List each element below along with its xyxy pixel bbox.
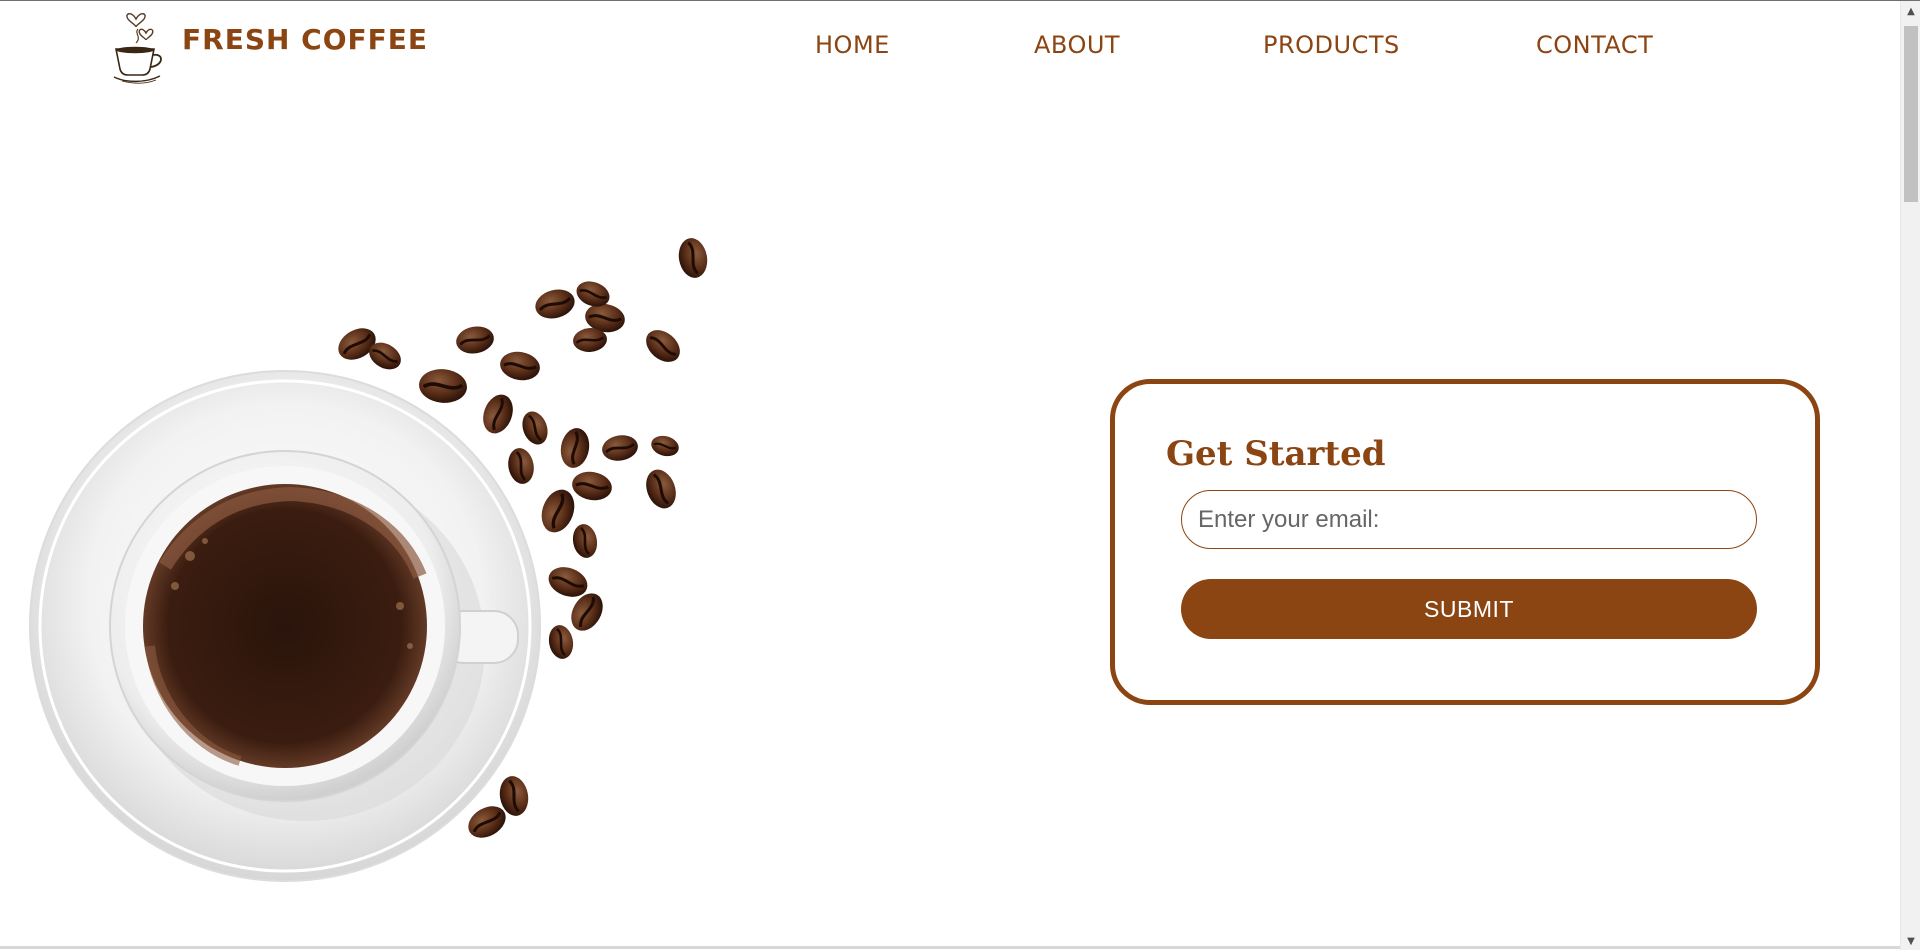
nav-products[interactable]: PRODUCTS bbox=[1263, 31, 1400, 59]
hero-coffee-image bbox=[0, 226, 720, 886]
chevron-down-icon[interactable]: ▼ bbox=[1901, 932, 1920, 950]
nav-home[interactable]: HOME bbox=[815, 31, 890, 59]
vertical-scrollbar[interactable]: ▲ ▼ bbox=[1900, 1, 1920, 950]
card-title: Get Started bbox=[1166, 434, 1386, 474]
chevron-up-icon[interactable]: ▲ bbox=[1901, 2, 1920, 20]
main-nav: HOME ABOUT PRODUCTS CONTACT bbox=[0, 31, 1900, 71]
submit-button[interactable]: SUBMIT bbox=[1181, 579, 1757, 639]
signup-card: Get Started SUBMIT bbox=[1110, 379, 1820, 705]
scrollbar-thumb[interactable] bbox=[1904, 26, 1918, 202]
page: FRESH COFFEE HOME ABOUT PRODUCTS CONTACT bbox=[0, 0, 1920, 950]
nav-contact[interactable]: CONTACT bbox=[1536, 31, 1653, 59]
nav-about[interactable]: ABOUT bbox=[1034, 31, 1120, 59]
email-field[interactable] bbox=[1181, 490, 1757, 549]
